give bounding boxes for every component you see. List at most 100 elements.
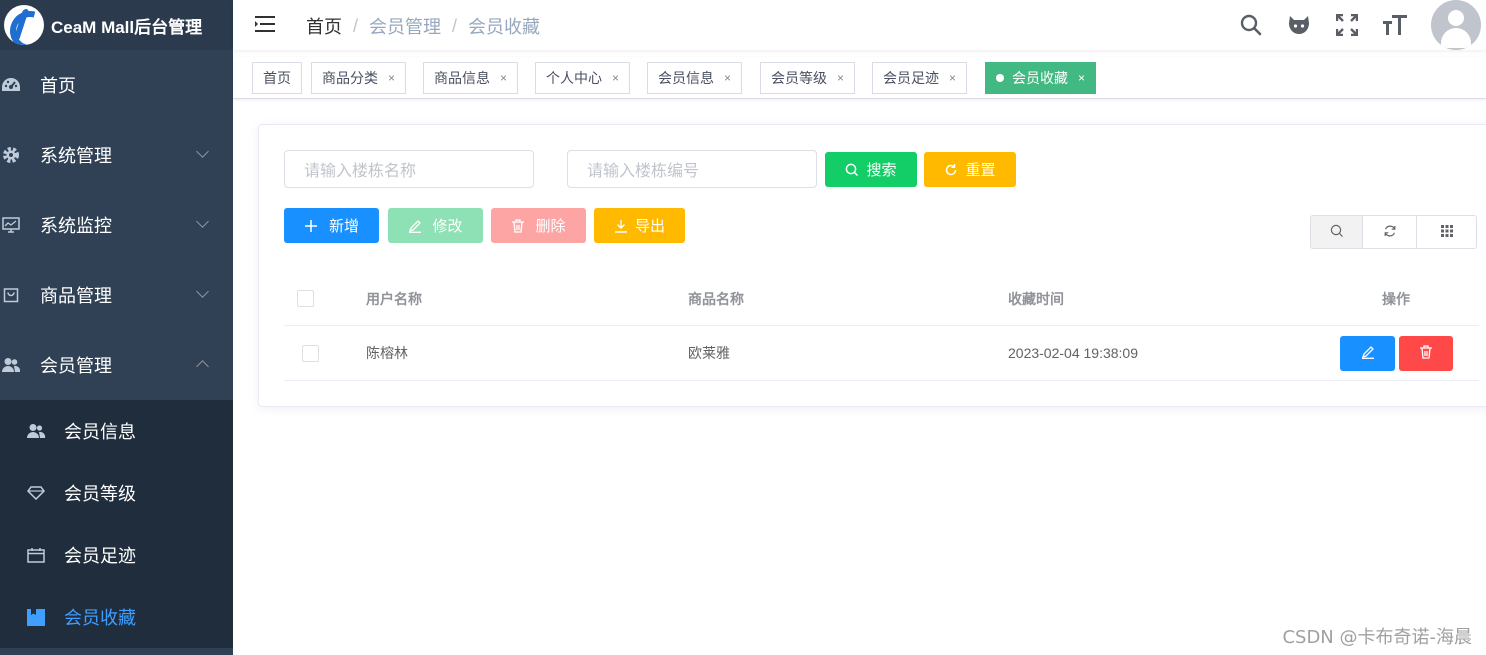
submenu-item-label: 会员足迹 xyxy=(64,546,136,566)
sidebar-item-system[interactable]: 系统管理 xyxy=(0,120,233,190)
tag-label: 会员收藏 xyxy=(1012,70,1068,86)
edit-icon xyxy=(408,219,422,233)
breadcrumb-separator: / xyxy=(452,15,458,36)
tag-label: 首页 xyxy=(263,70,291,86)
tags-view: 首页 商品分类 × 商品信息 × 个人中心 × 会员信息 × 会员等级 × 会员足迹 × 会… xyxy=(233,57,1486,99)
export-button[interactable]: 导出 xyxy=(594,208,685,243)
row-edit-button[interactable] xyxy=(1340,336,1395,371)
font-size-icon[interactable] xyxy=(1383,13,1407,37)
tag-label: 会员足迹 xyxy=(883,70,939,86)
cell-user: 陈榕林 xyxy=(366,345,408,361)
close-icon[interactable]: × xyxy=(837,71,844,85)
sidebar-item-label: 首页 xyxy=(40,76,76,96)
building-name-input[interactable]: 请输入楼栋名称 xyxy=(284,150,534,188)
close-icon[interactable]: × xyxy=(388,71,395,85)
add-button[interactable]: 新增 xyxy=(284,208,379,243)
breadcrumb-home[interactable]: 首页 xyxy=(306,13,342,39)
tag-member-level[interactable]: 会员等级 × xyxy=(760,62,856,94)
sidebar-item-goods[interactable]: 商品管理 xyxy=(0,260,233,330)
sidebar-item-member-footprint[interactable]: 会员足迹 xyxy=(0,524,233,586)
sidebar-item-member-level[interactable]: 会员等级 xyxy=(0,462,233,524)
grid-icon xyxy=(1440,224,1453,240)
edit-button[interactable]: 修改 xyxy=(388,208,483,243)
search-icon xyxy=(1330,224,1344,241)
column-header-product: 商品名称 xyxy=(688,290,744,307)
people-icon xyxy=(25,423,47,439)
refresh-button[interactable] xyxy=(1363,215,1417,249)
sidebar: CeaM Mall后台管理 首页 系统管理 系统监控 商品管理 会员管理 会员信… xyxy=(0,0,233,655)
tag-label: 商品信息 xyxy=(434,70,490,86)
hamburger-icon[interactable] xyxy=(255,15,275,33)
diamond-icon xyxy=(25,486,47,500)
export-button-label: 导出 xyxy=(634,218,665,235)
tag-home[interactable]: 首页 xyxy=(252,62,302,94)
tag-goods-category[interactable]: 商品分类 × xyxy=(311,62,407,94)
row-delete-button[interactable] xyxy=(1399,336,1453,371)
tag-member-footprint[interactable]: 会员足迹 × xyxy=(872,62,968,94)
close-icon[interactable]: × xyxy=(724,71,731,85)
shopping-bag-icon xyxy=(0,287,22,303)
table-header: 用户名称 商品名称 收藏时间 操作 xyxy=(284,272,1479,326)
search-button-label: 搜索 xyxy=(866,162,897,179)
select-all-checkbox[interactable] xyxy=(297,272,314,325)
sidebar-item-member-info[interactable]: 会员信息 xyxy=(0,400,233,462)
avatar[interactable] xyxy=(1431,0,1481,50)
close-icon[interactable]: × xyxy=(500,71,507,85)
search-button[interactable]: 搜索 xyxy=(825,152,917,187)
tag-member-info[interactable]: 会员信息 × xyxy=(647,62,743,94)
tag-label: 会员等级 xyxy=(771,70,827,86)
navbar-tools xyxy=(1239,0,1486,50)
reset-button-label: 重置 xyxy=(965,162,996,179)
tag-member-favorites[interactable]: 会员收藏 × xyxy=(985,62,1097,94)
bookmark-icon xyxy=(25,607,47,627)
trash-icon xyxy=(1419,345,1433,362)
submenu-item-label: 会员收藏 xyxy=(64,608,136,628)
monitor-icon xyxy=(0,217,22,233)
logo-area[interactable]: CeaM Mall后台管理 xyxy=(0,0,233,50)
refresh-icon xyxy=(1383,224,1397,241)
dashboard-icon xyxy=(0,77,22,93)
top-navbar: 首页 / 会员管理 / 会员收藏 xyxy=(233,0,1486,50)
submenu-item-label: 会员信息 xyxy=(64,422,136,442)
edit-button-label: 修改 xyxy=(432,218,463,235)
breadcrumb: 首页 / 会员管理 / 会员收藏 xyxy=(306,13,540,39)
table-tools xyxy=(1310,215,1477,249)
chevron-down-icon xyxy=(196,145,209,158)
close-icon[interactable]: × xyxy=(612,71,619,85)
search-icon[interactable] xyxy=(1239,13,1263,37)
plus-icon xyxy=(304,219,318,233)
sidebar-item-label: 商品管理 xyxy=(40,286,112,306)
refresh-icon xyxy=(944,163,958,177)
calendar-icon xyxy=(25,547,47,563)
fullscreen-icon[interactable] xyxy=(1335,13,1359,37)
favorites-table: 用户名称 商品名称 收藏时间 操作 陈榕林 欧莱雅 2023-02-04 19:… xyxy=(284,272,1479,381)
watermark: CSDN @卡布奇诺-海晨 xyxy=(1282,627,1472,648)
logo-icon xyxy=(4,5,44,45)
user-group-icon xyxy=(0,357,22,373)
gear-icon xyxy=(0,146,22,164)
add-button-label: 新增 xyxy=(328,218,359,235)
reset-button[interactable]: 重置 xyxy=(924,152,1016,187)
row-checkbox[interactable] xyxy=(302,326,319,380)
building-code-input[interactable]: 请输入楼栋编号 xyxy=(567,150,817,188)
columns-button[interactable] xyxy=(1417,215,1477,249)
sidebar-item-home[interactable]: 首页 xyxy=(0,50,233,120)
tag-label: 商品分类 xyxy=(322,70,378,86)
sidebar-item-member-favorites[interactable]: 会员收藏 xyxy=(0,586,233,648)
github-icon[interactable] xyxy=(1287,13,1311,37)
sidebar-item-members[interactable]: 会员管理 xyxy=(0,330,233,400)
tag-personal-center[interactable]: 个人中心 × xyxy=(535,62,631,94)
delete-button[interactable]: 删除 xyxy=(491,208,586,243)
sidebar-item-monitor[interactable]: 系统监控 xyxy=(0,190,233,260)
tag-label: 会员信息 xyxy=(658,70,714,86)
close-icon[interactable]: × xyxy=(949,71,956,85)
table-row: 陈榕林 欧莱雅 2023-02-04 19:38:09 xyxy=(284,326,1479,381)
chevron-down-icon xyxy=(196,215,209,228)
toggle-search-button[interactable] xyxy=(1310,215,1363,249)
download-icon xyxy=(614,219,628,233)
chevron-up-icon xyxy=(196,360,209,373)
close-icon[interactable]: × xyxy=(1078,71,1085,85)
submenu-item-label: 会员等级 xyxy=(64,484,136,504)
tag-label: 个人中心 xyxy=(546,70,602,86)
tag-goods-info[interactable]: 商品信息 × xyxy=(423,62,519,94)
